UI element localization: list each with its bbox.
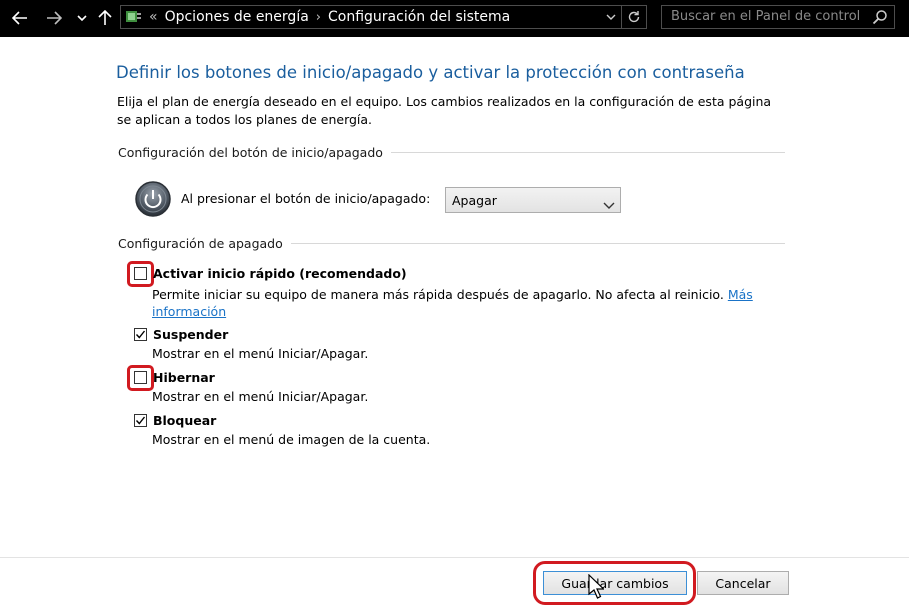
power-action-value: Apagar	[452, 193, 497, 208]
fast-startup-label: Activar inicio rápido (recomendado)	[153, 266, 407, 281]
hibernate-checkbox[interactable]	[134, 371, 147, 384]
page-description: Elija el plan de energía deseado en el e…	[117, 94, 772, 127]
lock-label: Bloquear	[153, 413, 217, 428]
hibernate-label: Hibernar	[153, 370, 215, 385]
chevron-right-icon[interactable]: ›	[316, 10, 321, 25]
fast-startup-description-text: Permite iniciar su equipo de manera más …	[152, 287, 724, 302]
breadcrumb-item-power-options[interactable]: Opciones de energía	[165, 9, 309, 25]
fast-startup-description: Permite iniciar su equipo de manera más …	[152, 287, 753, 302]
fast-startup-checkbox[interactable]	[134, 267, 147, 280]
hibernate-description: Mostrar en el menú Iniciar/Apagar.	[152, 389, 369, 404]
power-button-group-header: Configuración del botón de inicio/apagad…	[118, 145, 391, 160]
checkmark-icon	[135, 330, 146, 339]
save-button[interactable]: Guardar cambios	[543, 571, 687, 595]
power-action-select[interactable]: Apagar	[445, 187, 621, 213]
more-info-link[interactable]: información	[152, 304, 226, 319]
breadcrumb-item-system-settings[interactable]: Configuración del sistema	[328, 9, 510, 25]
sleep-label: Suspender	[153, 327, 229, 342]
back-arrow-icon[interactable]	[10, 6, 30, 30]
search-placeholder: Buscar en el Panel de control	[671, 9, 861, 24]
more-info-link-line: información	[152, 304, 226, 319]
page-title: Definir los botones de inicio/apagado y …	[116, 63, 745, 82]
forward-arrow-icon[interactable]	[44, 6, 64, 30]
address-dropdown-icon[interactable]	[601, 13, 621, 21]
chevron-down-icon	[603, 195, 615, 214]
breadcrumb: « Opciones de energía › Configuración de…	[149, 6, 510, 28]
address-bar[interactable]: « Opciones de energía › Configuración de…	[120, 5, 647, 29]
lock-description: Mostrar en el menú de imagen de la cuent…	[152, 432, 431, 447]
power-button-label: Al presionar el botón de inicio/apagado:	[181, 191, 431, 206]
refresh-icon[interactable]	[621, 6, 646, 28]
breadcrumb-overflow[interactable]: «	[149, 9, 158, 25]
cancel-button[interactable]: Cancelar	[697, 571, 789, 595]
search-input[interactable]: Buscar en el Panel de control	[661, 5, 895, 29]
sleep-description: Mostrar en el menú Iniciar/Apagar.	[152, 346, 369, 361]
power-button-icon	[134, 180, 172, 218]
up-arrow-icon[interactable]	[97, 6, 113, 30]
mouse-cursor-icon	[588, 573, 605, 604]
address-controls	[601, 6, 646, 28]
search-icon[interactable]	[872, 9, 888, 29]
footer-divider	[0, 557, 909, 558]
checkmark-icon	[135, 416, 146, 425]
sleep-checkbox[interactable]	[134, 328, 147, 341]
recent-dropdown-icon[interactable]	[75, 6, 89, 30]
power-options-icon	[124, 8, 144, 30]
navigation-bar: « Opciones de energía › Configuración de…	[0, 0, 909, 37]
lock-checkbox[interactable]	[134, 414, 147, 427]
shutdown-group-header: Configuración de apagado	[118, 236, 291, 251]
more-info-link[interactable]: Más	[728, 287, 753, 302]
